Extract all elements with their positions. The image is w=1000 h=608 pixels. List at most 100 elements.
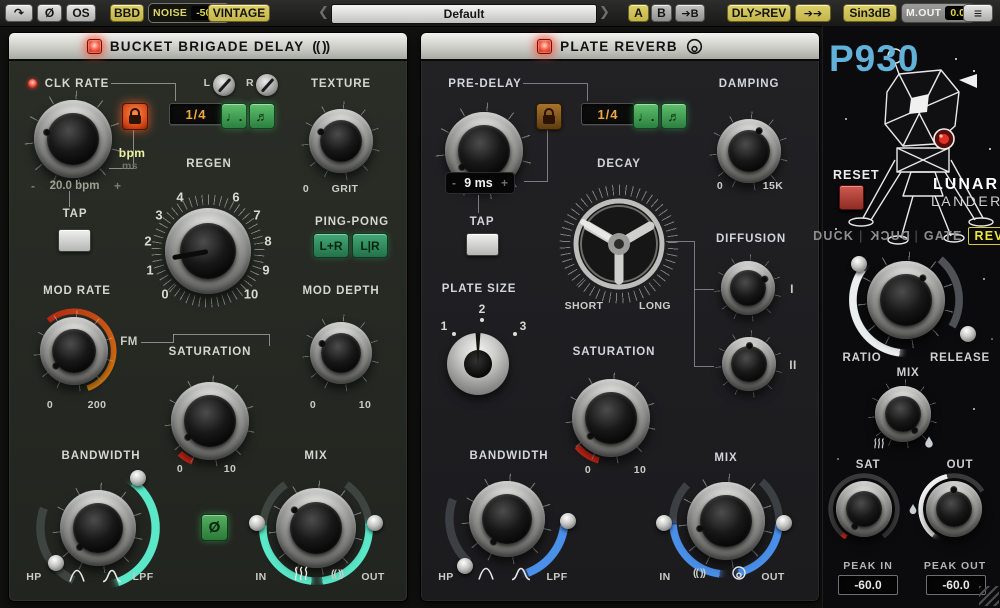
bandwidth-knob[interactable] bbox=[469, 481, 545, 557]
sat-knob[interactable] bbox=[836, 481, 892, 537]
regen-label: REGEN bbox=[186, 158, 231, 170]
mod-rate-knob[interactable] bbox=[40, 317, 108, 385]
dotted-note-button[interactable]: ♩. bbox=[633, 103, 659, 129]
tap-tempo-button[interactable] bbox=[58, 229, 91, 252]
regen-knob[interactable] bbox=[165, 208, 251, 294]
right-trim-knob[interactable] bbox=[256, 74, 278, 96]
pre-delay-value[interactable]: - 9 ms + bbox=[446, 173, 514, 193]
routing-order-button[interactable]: DLY>REV bbox=[727, 4, 791, 22]
wire bbox=[141, 342, 173, 343]
texture-knob[interactable] bbox=[309, 109, 373, 173]
next-preset-icon[interactable]: ❯ bbox=[599, 4, 610, 20]
hp-handle[interactable] bbox=[457, 558, 473, 574]
clk-rate-label: CLK RATE bbox=[45, 78, 109, 90]
delay-sync-display[interactable]: 1/4 bbox=[169, 103, 223, 125]
plate-size-knob[interactable] bbox=[447, 333, 509, 395]
copy-to-b-button[interactable]: ➔B bbox=[675, 4, 705, 22]
master-out-label: M.OUT bbox=[906, 7, 941, 19]
ducker-mix-knob[interactable] bbox=[875, 386, 931, 442]
menu-icon[interactable]: ≡ bbox=[963, 4, 993, 22]
ratio-handle[interactable] bbox=[851, 256, 867, 272]
saturation-knob[interactable] bbox=[572, 379, 650, 457]
resize-grip[interactable] bbox=[979, 586, 999, 606]
delay-power-led[interactable] bbox=[87, 39, 102, 54]
clk-rate-knob[interactable] bbox=[34, 100, 112, 178]
preset-a-button[interactable]: A bbox=[628, 4, 649, 22]
wire bbox=[173, 334, 174, 343]
diffusion-2-knob[interactable] bbox=[722, 337, 776, 391]
pan-law-button[interactable]: Sin3dB bbox=[843, 4, 897, 22]
rate-increment[interactable]: + bbox=[114, 179, 121, 193]
droplet-icon bbox=[924, 436, 934, 449]
mix-out-handle[interactable] bbox=[776, 515, 792, 531]
bbd-mode-button[interactable]: BBD bbox=[110, 4, 144, 22]
preset-selector[interactable]: Default bbox=[331, 4, 597, 24]
wire bbox=[69, 191, 70, 207]
saturation-max: 10 bbox=[634, 464, 646, 476]
mix-knob[interactable] bbox=[687, 482, 765, 560]
mod-rate-max: 200 bbox=[88, 399, 107, 411]
echo-icon: (( )) bbox=[693, 567, 705, 579]
plate-size-3: 3 bbox=[520, 319, 527, 333]
mix-in-handle[interactable] bbox=[249, 515, 265, 531]
release-handle[interactable] bbox=[960, 326, 976, 342]
mode-rev-selected[interactable]: REV bbox=[968, 227, 1000, 245]
saturation-min: 0 bbox=[177, 463, 183, 475]
mix-out-handle[interactable] bbox=[367, 515, 383, 531]
reset-button[interactable] bbox=[839, 185, 864, 210]
clk-rate-value[interactable]: - 20.0 bpm + bbox=[31, 179, 121, 193]
ps-dot bbox=[480, 318, 484, 322]
wire bbox=[694, 366, 714, 367]
lock-icon bbox=[129, 115, 141, 124]
ducker-knob[interactable] bbox=[867, 261, 945, 339]
delay-phase-button[interactable]: Ø bbox=[201, 514, 228, 541]
hp-handle[interactable] bbox=[48, 555, 64, 571]
bpm-unit-label[interactable]: bpm bbox=[119, 146, 146, 160]
regen-tick-9: 9 bbox=[262, 263, 269, 278]
ping-pong-sum-button[interactable]: L+R bbox=[313, 233, 349, 258]
bandwidth-knob[interactable] bbox=[60, 490, 136, 566]
mix-in-handle[interactable] bbox=[656, 515, 672, 531]
triplet-note-button[interactable]: ♬ bbox=[249, 103, 275, 129]
routing-serial-icon[interactable]: ➔➔ bbox=[795, 4, 831, 22]
mod-depth-max: 10 bbox=[359, 399, 371, 411]
vintage-mode-button[interactable]: VINTAGE bbox=[208, 4, 270, 22]
out-knob[interactable] bbox=[926, 481, 982, 537]
lpf-handle[interactable] bbox=[560, 513, 576, 529]
oversampling-button[interactable]: OS bbox=[66, 4, 96, 22]
reverb-power-led[interactable] bbox=[537, 39, 552, 54]
tap-tempo-button[interactable] bbox=[466, 233, 499, 256]
diffusion-1-knob[interactable] bbox=[721, 261, 775, 315]
mode-gate[interactable]: GATE bbox=[924, 229, 963, 243]
mix-knob[interactable] bbox=[276, 488, 356, 568]
ping-pong-split-button[interactable]: L|R bbox=[352, 233, 388, 258]
preset-b-button[interactable]: B bbox=[651, 4, 672, 22]
dotted-note-button[interactable]: ♩. bbox=[221, 103, 247, 129]
prev-preset-icon[interactable]: ❮ bbox=[318, 4, 329, 20]
tempo-lock-button[interactable] bbox=[122, 103, 148, 130]
global-phase-button[interactable]: Ø bbox=[37, 4, 62, 22]
bypass-icon[interactable]: ↷ bbox=[5, 4, 33, 22]
mod-depth-knob[interactable] bbox=[310, 322, 372, 384]
tempo-lock-button[interactable] bbox=[536, 103, 562, 130]
saturation-knob[interactable] bbox=[171, 382, 249, 460]
damping-knob[interactable] bbox=[717, 119, 781, 183]
reverb-spiral-icon bbox=[686, 38, 703, 55]
triplet-note-button[interactable]: ♬ bbox=[661, 103, 687, 129]
mode-duck[interactable]: DUCK bbox=[813, 229, 854, 243]
pd-increment[interactable]: + bbox=[501, 176, 508, 190]
decay-knob[interactable] bbox=[573, 198, 665, 290]
wire bbox=[111, 83, 175, 84]
peak-in-label: PEAK IN bbox=[843, 560, 893, 572]
lunar-lander-section: P930 RESET LUNAR LANDER DUCK | DUCK | GA… bbox=[822, 26, 1000, 608]
pd-decrement[interactable]: - bbox=[452, 176, 456, 190]
rate-decrement[interactable]: - bbox=[31, 179, 35, 193]
ms-unit-label[interactable]: ms bbox=[122, 160, 138, 172]
left-trim-knob[interactable] bbox=[213, 74, 235, 96]
wire bbox=[666, 241, 694, 242]
texture-label: TEXTURE bbox=[311, 78, 371, 90]
ratio-label: RATIO bbox=[843, 352, 882, 364]
regen-tick-4: 4 bbox=[176, 190, 183, 205]
lpf-handle[interactable] bbox=[130, 470, 146, 486]
reverb-sync-display[interactable]: 1/4 bbox=[581, 103, 635, 125]
